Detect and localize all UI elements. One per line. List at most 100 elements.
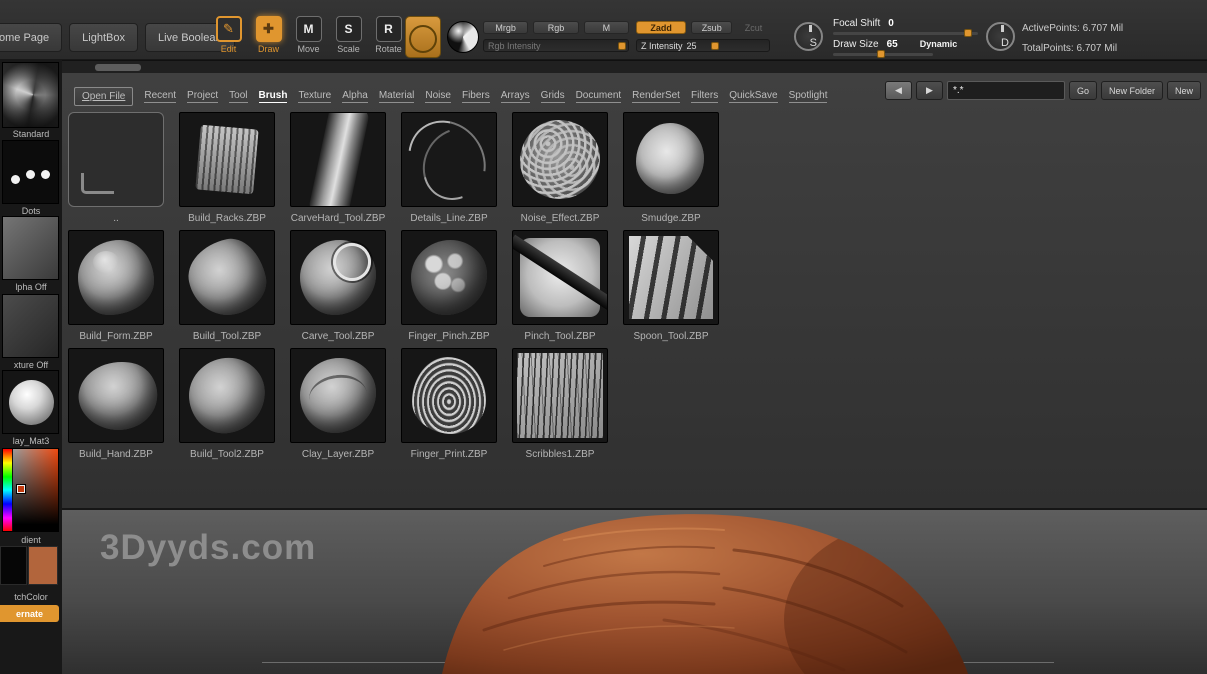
- rotate-button[interactable]: R Rotate: [373, 16, 404, 54]
- z-intensity-handle[interactable]: [711, 42, 719, 50]
- lightbox-tab-noise[interactable]: Noise: [425, 90, 451, 103]
- forward-button[interactable]: ▶: [916, 81, 943, 100]
- lightbox-tab-material[interactable]: Material: [379, 90, 415, 103]
- alpha-off-thumbnail[interactable]: [2, 216, 59, 280]
- lightbox-item-build-tool2-zbp[interactable]: Build_Tool2.ZBP: [179, 348, 275, 461]
- lightbox-tab-project[interactable]: Project: [187, 90, 218, 103]
- brush-thumbnail-build-form-zbp[interactable]: [68, 230, 164, 325]
- new-folder-button[interactable]: New Folder: [1101, 81, 1163, 100]
- sculpt-model[interactable]: [414, 510, 974, 674]
- lightbox-tab-tool[interactable]: Tool: [229, 90, 247, 103]
- color-picker[interactable]: [2, 448, 59, 532]
- mrgb-button[interactable]: Mrgb: [483, 21, 528, 34]
- m-button[interactable]: M: [584, 21, 629, 34]
- brush-thumbnail-finger-pinch-zbp[interactable]: [401, 230, 497, 325]
- hue-strip[interactable]: [3, 449, 12, 531]
- brush-thumbnail-carvehard-tool-zbp[interactable]: [290, 112, 386, 207]
- brush-thumbnail-clay-layer-zbp[interactable]: [290, 348, 386, 443]
- lightbox-tab-renderset[interactable]: RenderSet: [632, 90, 680, 103]
- brush-thumbnail-noise-effect-zbp[interactable]: [512, 112, 608, 207]
- thumbnail-label: Build_Racks.ZBP: [179, 213, 275, 225]
- brush-thumbnail-build-racks-zbp[interactable]: [179, 112, 275, 207]
- brush-thumbnail-pinch-tool-zbp[interactable]: [512, 230, 608, 325]
- brush-thumbnail-finger-print-zbp[interactable]: [401, 348, 497, 443]
- rgb-intensity-slider[interactable]: Rgb Intensity: [483, 39, 629, 52]
- current-brush-button[interactable]: [405, 16, 441, 58]
- lightbox-tab-document[interactable]: Document: [576, 90, 622, 103]
- lightbox-tab-grids[interactable]: Grids: [541, 90, 565, 103]
- lightbox-tab-texture[interactable]: Texture: [298, 90, 331, 103]
- rgb-button[interactable]: Rgb: [533, 21, 578, 34]
- lightbox-tab-recent[interactable]: Recent: [144, 90, 176, 103]
- focal-shift-handle[interactable]: [964, 29, 972, 37]
- lightbox-item-build-hand-zbp[interactable]: Build_Hand.ZBP: [68, 348, 164, 461]
- canvas-viewport[interactable]: 3Dyyds.com: [62, 510, 1207, 674]
- lightbox-item-details-line-zbp[interactable]: Details_Line.ZBP: [401, 112, 497, 225]
- go-button[interactable]: Go: [1069, 81, 1097, 100]
- secondary-color-swatch[interactable]: [28, 546, 58, 585]
- z-intensity-slider[interactable]: Z Intensity 25: [636, 39, 770, 52]
- lightbox-tab-alpha[interactable]: Alpha: [342, 90, 368, 103]
- lightbox-item-scribbles1-zbp[interactable]: Scribbles1.ZBP: [512, 348, 608, 461]
- draw-button[interactable]: ✚ Draw: [253, 16, 284, 54]
- lightbox-item-build-form-zbp[interactable]: Build_Form.ZBP: [68, 230, 164, 343]
- brush-thumbnail-carve-tool-zbp[interactable]: [290, 230, 386, 325]
- tab-lightbox[interactable]: LightBox: [69, 23, 138, 52]
- lightbox-tab-spotlight[interactable]: Spotlight: [789, 90, 828, 103]
- zsub-button[interactable]: Zsub: [691, 21, 732, 34]
- alternate-button[interactable]: ernate: [0, 605, 59, 622]
- lightbox-tab-open-file[interactable]: Open File: [74, 87, 133, 106]
- filter-input[interactable]: [947, 81, 1065, 100]
- main-color-swatch[interactable]: [0, 546, 27, 585]
- new-button[interactable]: New: [1167, 81, 1201, 100]
- lightbox-item-build-racks-zbp[interactable]: Build_Racks.ZBP: [179, 112, 275, 225]
- lightbox-item-finger-print-zbp[interactable]: Finger_Print.ZBP: [401, 348, 497, 461]
- brush-thumbnail-details-line-zbp[interactable]: [401, 112, 497, 207]
- lightbox-tab-filters[interactable]: Filters: [691, 90, 718, 103]
- lightbox-item-spoon-tool-zbp[interactable]: Spoon_Tool.ZBP: [623, 230, 719, 343]
- brush-thumbnail-build-hand-zbp[interactable]: [68, 348, 164, 443]
- lightbox-tab-arrays[interactable]: Arrays: [501, 90, 530, 103]
- edit-button[interactable]: ✎ Edit: [213, 16, 244, 54]
- lightbox-tab-quicksave[interactable]: QuickSave: [729, 90, 777, 103]
- rgb-intensity-handle[interactable]: [618, 42, 626, 50]
- move-button[interactable]: M Move: [293, 16, 324, 54]
- lightbox-item-parent-folder[interactable]: ..: [68, 112, 164, 225]
- zadd-button[interactable]: Zadd: [636, 21, 686, 34]
- draw-size-handle[interactable]: [877, 50, 885, 58]
- texture-off-thumbnail[interactable]: [2, 294, 59, 358]
- lightbox-item-pinch-tool-zbp[interactable]: Pinch_Tool.ZBP: [512, 230, 608, 343]
- brush-standard-thumbnail[interactable]: [2, 62, 59, 128]
- lightbox-tab-brush[interactable]: Brush: [259, 90, 288, 103]
- stroke-dial[interactable]: S: [794, 22, 823, 51]
- focal-shift-slider[interactable]: [833, 32, 978, 35]
- lightbox-item-clay-layer-zbp[interactable]: Clay_Layer.ZBP: [290, 348, 386, 461]
- depth-dial[interactable]: D: [986, 22, 1015, 51]
- brush-thumbnail-spoon-tool-zbp[interactable]: [623, 230, 719, 325]
- points-readout: ActivePoints: 6.707 Mil TotalPoints: 6.7…: [1022, 19, 1123, 59]
- lightbox-item-finger-pinch-zbp[interactable]: Finger_Pinch.ZBP: [401, 230, 497, 343]
- scale-button[interactable]: S Scale: [333, 16, 364, 54]
- lightbox-tab-fibers[interactable]: Fibers: [462, 90, 490, 103]
- brush-thumbnail-build-tool-zbp[interactable]: [179, 230, 275, 325]
- tab-home-page[interactable]: ome Page: [0, 23, 62, 52]
- brush-thumbnail-smudge-zbp[interactable]: [623, 112, 719, 207]
- current-material-button[interactable]: [447, 21, 479, 53]
- switchcolor-label[interactable]: tchColor: [0, 592, 62, 602]
- zcut-button[interactable]: Zcut: [737, 21, 770, 34]
- tray-scrollbar[interactable]: [95, 64, 141, 71]
- brush-standard-label: Standard: [0, 129, 62, 139]
- lightbox-item-smudge-zbp[interactable]: Smudge.ZBP: [623, 112, 719, 225]
- lightbox-item-noise-effect-zbp[interactable]: Noise_Effect.ZBP: [512, 112, 608, 225]
- draw-size-slider[interactable]: [833, 53, 933, 56]
- back-button[interactable]: ◀: [885, 81, 912, 100]
- folder-up-icon[interactable]: [68, 112, 164, 207]
- material-claymat3-thumbnail[interactable]: [2, 370, 59, 434]
- lightbox-item-carve-tool-zbp[interactable]: Carve_Tool.ZBP: [290, 230, 386, 343]
- dynamic-toggle[interactable]: Dynamic: [920, 39, 958, 49]
- stroke-dots-thumbnail[interactable]: [2, 140, 59, 204]
- lightbox-item-build-tool-zbp[interactable]: Build_Tool.ZBP: [179, 230, 275, 343]
- brush-thumbnail-scribbles1-zbp[interactable]: [512, 348, 608, 443]
- lightbox-item-carvehard-tool-zbp[interactable]: CarveHard_Tool.ZBP: [290, 112, 386, 225]
- brush-thumbnail-build-tool2-zbp[interactable]: [179, 348, 275, 443]
